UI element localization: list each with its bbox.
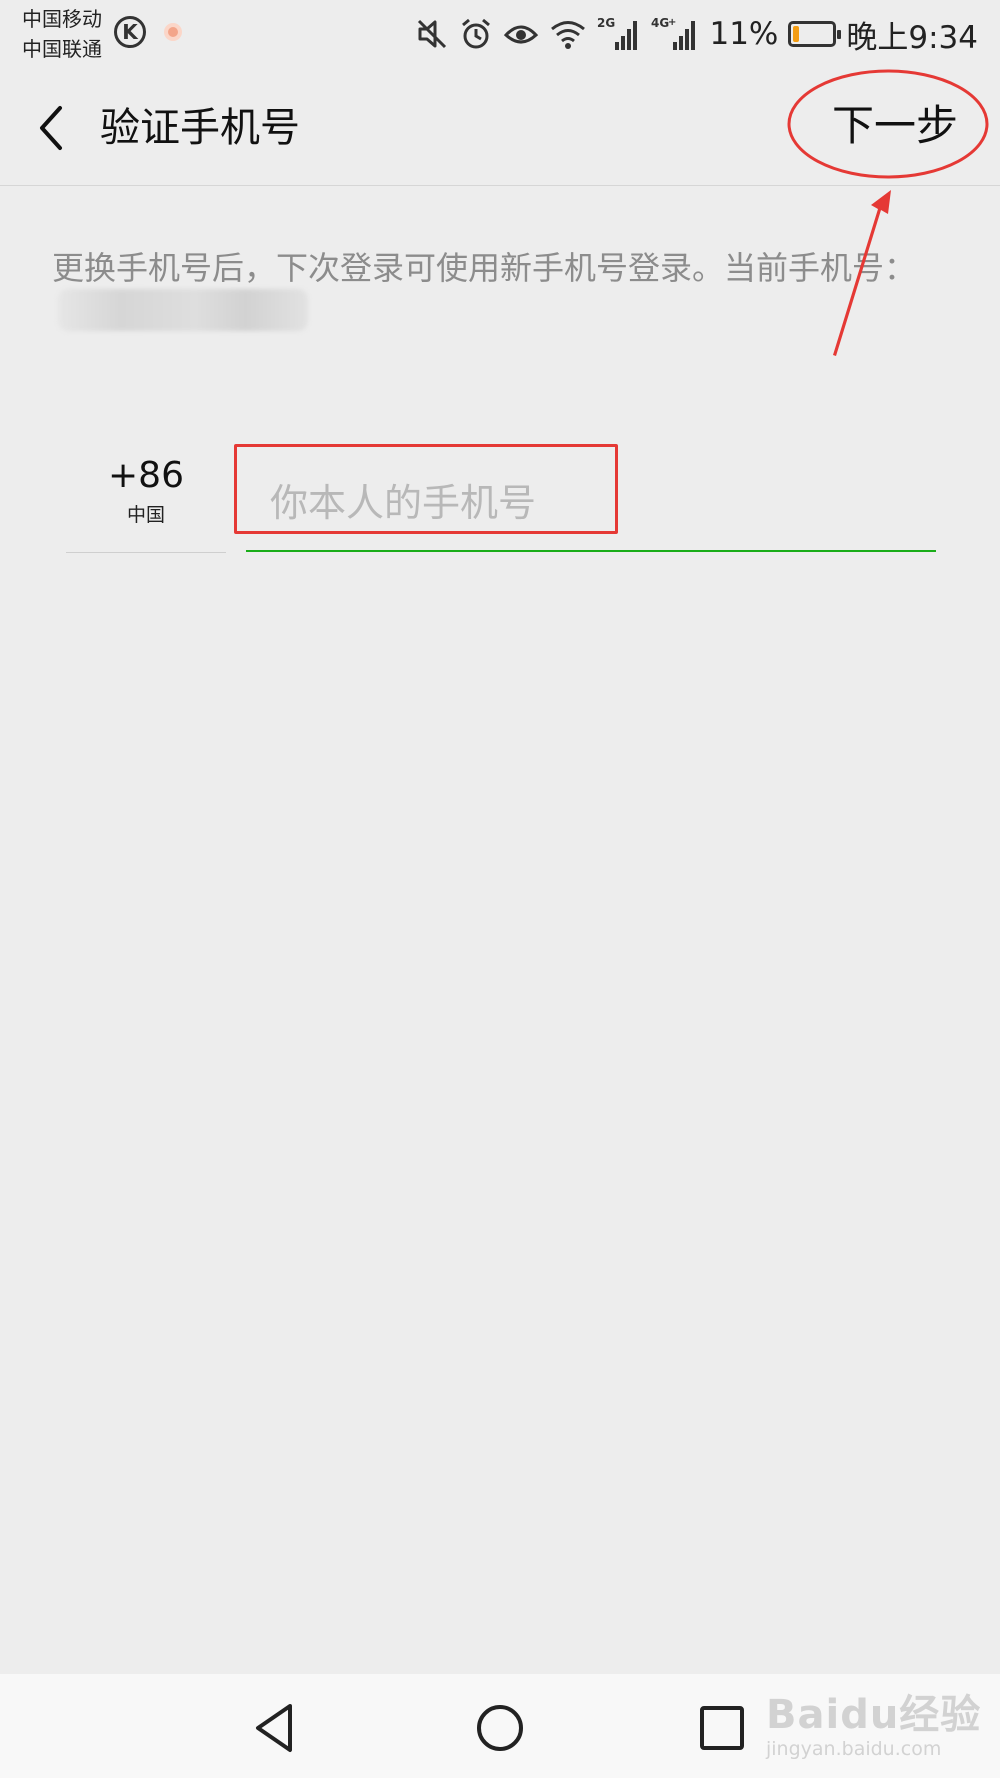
battery-icon bbox=[788, 21, 842, 47]
page-title: 验证手机号 bbox=[100, 105, 300, 151]
carrier-name-2: 中国联通 bbox=[22, 37, 102, 61]
mute-icon bbox=[418, 19, 447, 49]
battery-fill bbox=[793, 26, 799, 42]
k-app-icon: K bbox=[114, 16, 146, 48]
svg-text:4G: 4G bbox=[651, 16, 669, 30]
status-bar: 中国移动 中国联通 K 2G 4G + 11% 晚上9:34 bbox=[0, 0, 1000, 70]
wifi-icon bbox=[551, 21, 586, 49]
masked-phone-number bbox=[58, 289, 308, 331]
baidu-watermark: Baidu经验 jingyan.baidu.com bbox=[766, 1692, 982, 1770]
nav-recents-button[interactable] bbox=[692, 1698, 752, 1758]
signal-4g-icon: 4G + bbox=[651, 16, 696, 50]
back-button[interactable] bbox=[28, 100, 78, 156]
eye-comfort-icon bbox=[504, 25, 539, 44]
navigation-bar: Baidu经验 jingyan.baidu.com bbox=[0, 1674, 1000, 1778]
status-time: 晚上9:34 bbox=[846, 19, 978, 56]
phone-number-input[interactable] bbox=[246, 456, 936, 552]
watermark-logo-text: Baidu经验 bbox=[766, 1692, 982, 1738]
svg-text:+: + bbox=[668, 17, 676, 28]
square-recents-icon bbox=[700, 1706, 744, 1750]
carrier-name-1: 中国移动 bbox=[22, 7, 102, 31]
info-message: 更换手机号后，下次登录可使用新手机号登录。当前手机号： bbox=[52, 249, 917, 287]
nav-home-button[interactable] bbox=[470, 1698, 530, 1758]
watermark-url: jingyan.baidu.com bbox=[766, 1738, 942, 1760]
signal-2g-icon: 2G bbox=[597, 16, 638, 50]
next-step-button[interactable]: 下一步 bbox=[832, 98, 958, 154]
chevron-left-icon bbox=[40, 106, 62, 150]
country-code-selector[interactable]: +86 中国 bbox=[66, 440, 226, 553]
circle-home-icon bbox=[477, 1705, 523, 1751]
toolbar: 验证手机号 下一步 bbox=[0, 70, 1000, 186]
battery-percent: 11% bbox=[709, 16, 779, 52]
info-text: 更换手机号后，下次登录可使用新手机号登录。当前手机号： bbox=[52, 248, 952, 331]
country-code: +86 bbox=[108, 455, 184, 496]
carrier-info: 中国移动 中国联通 bbox=[22, 4, 102, 64]
status-icons: 2G 4G + 11% 晚上9:34 bbox=[415, 14, 978, 56]
svg-text:2G: 2G bbox=[597, 16, 615, 30]
triangle-back-icon bbox=[256, 1704, 292, 1752]
alarm-icon bbox=[462, 18, 491, 49]
notification-app-icon bbox=[164, 23, 182, 41]
nav-back-button[interactable] bbox=[248, 1698, 308, 1758]
country-name: 中国 bbox=[126, 504, 165, 526]
